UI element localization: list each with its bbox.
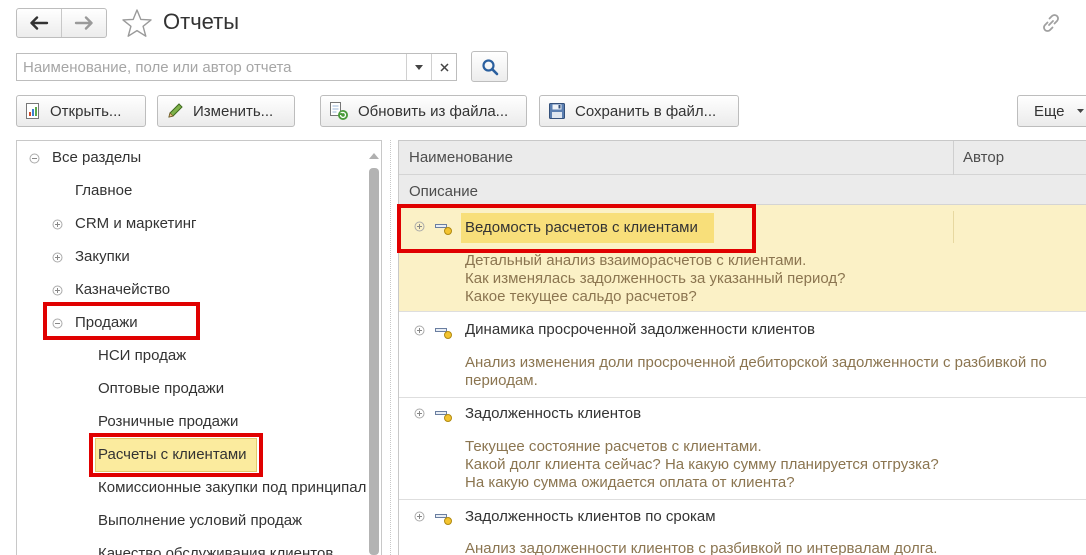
tree-item-purchases[interactable]: Закупки: [50, 246, 130, 268]
triangle-up-icon: [369, 153, 379, 159]
description-line: Детальный анализ взаиморасчетов с клиент…: [465, 252, 807, 269]
link-button[interactable]: [1040, 12, 1062, 38]
tree-item-label: НСИ продаж: [98, 347, 187, 364]
report-icon: [435, 328, 452, 339]
tree-item-wholesale[interactable]: Оптовые продажи: [98, 378, 224, 400]
tree-item-sales-conditions[interactable]: Выполнение условий продаж: [98, 510, 302, 532]
save-to-file-button[interactable]: Сохранить в файл...: [539, 95, 739, 127]
update-from-file-button[interactable]: Обновить из файла...: [320, 95, 527, 127]
description-line: Как изменялась задолженность за указанны…: [465, 270, 846, 287]
tree-scrollbar-thumb[interactable]: [369, 168, 379, 555]
tree-item-label: Розничные продажи: [98, 413, 239, 430]
arrow-left-icon: [30, 16, 49, 30]
search-dropdown-button[interactable]: [406, 54, 431, 80]
favorite-button[interactable]: [121, 8, 153, 42]
report-description: Анализ задолженности клиентов с разбивко…: [465, 540, 937, 555]
tree-item-label: Казначейство: [75, 281, 171, 298]
history-nav: [16, 8, 107, 38]
pencil-icon: [166, 102, 184, 120]
star-icon: [122, 9, 152, 37]
tree-item-all-sections[interactable]: Все разделы: [27, 147, 141, 169]
row-divider: [399, 499, 1086, 500]
report-title[interactable]: Задолженность клиентов по срокам: [465, 508, 716, 525]
back-button[interactable]: [17, 9, 61, 37]
scroll-up-button[interactable]: [369, 146, 379, 163]
more-button[interactable]: Еще: [1017, 95, 1086, 127]
list-subheader: [399, 175, 1086, 205]
triangle-down-icon: [415, 64, 423, 70]
search-button[interactable]: [471, 51, 508, 82]
report-description: Детальный анализ взаиморасчетов с клиент…: [465, 252, 845, 306]
tree-item-label: CRM и маркетинг: [75, 215, 197, 232]
annotation-box-sales: [43, 302, 200, 340]
description-line: Текущее состояние расчетов с клиентами.: [465, 438, 762, 455]
panel-splitter[interactable]: [390, 140, 391, 555]
tree-item-label: Выполнение условий продаж: [98, 512, 303, 529]
description-line: Анализ изменения доли просроченной дебит…: [465, 354, 1047, 371]
expand-icon[interactable]: [414, 408, 425, 419]
page-title: Отчеты: [163, 9, 240, 34]
more-button-label: Еще: [1034, 102, 1065, 120]
column-header-description: Описание: [409, 183, 479, 200]
save-to-file-label: Сохранить в файл...: [575, 102, 717, 120]
expand-icon[interactable]: [414, 511, 425, 522]
description-line: Анализ задолженности клиентов с разбивко…: [465, 540, 938, 555]
tree-item-sales-nsi[interactable]: НСИ продаж: [98, 345, 186, 367]
edit-button-label: Изменить...: [193, 102, 274, 120]
report-title[interactable]: Динамика просроченной задолженности клие…: [465, 321, 815, 338]
expand-icon: [52, 219, 63, 230]
tree-item-service-quality[interactable]: Качество обслуживания клиентов: [98, 543, 333, 555]
tree-item-treasury[interactable]: Казначейство: [50, 279, 170, 301]
description-line: периодам.: [465, 372, 538, 389]
search-field: [16, 53, 457, 81]
row-divider: [399, 397, 1086, 398]
tree-item-label: Оптовые продажи: [98, 380, 225, 397]
load-file-icon: [329, 101, 349, 121]
tree-item-crm[interactable]: CRM и маркетинг: [50, 213, 196, 235]
close-icon: [439, 62, 449, 72]
open-button[interactable]: Открыть...: [16, 95, 146, 127]
report-icon: [435, 514, 452, 525]
tree-item-label: Качество обслуживания клиентов: [98, 545, 334, 555]
collapse-icon: [29, 153, 40, 164]
description-line: На какую сумма ожидается оплата от клиен…: [465, 474, 795, 491]
edit-button[interactable]: Изменить...: [157, 95, 295, 127]
update-from-file-label: Обновить из файла...: [358, 102, 509, 120]
report-title[interactable]: Задолженность клиентов: [465, 405, 641, 422]
arrow-right-icon: [74, 16, 93, 30]
tree-item-label: Все разделы: [52, 149, 142, 166]
expand-icon: [52, 252, 63, 263]
column-header-name[interactable]: Наименование: [409, 149, 513, 166]
search-input[interactable]: [17, 54, 406, 80]
tree-item-retail[interactable]: Розничные продажи: [98, 411, 238, 433]
tree-item-label: Закупки: [75, 248, 130, 265]
row-divider: [399, 311, 1086, 312]
description-line: Какое текущее сальдо расчетов?: [465, 288, 697, 305]
magnifier-icon: [481, 58, 498, 75]
description-line: Какой долг клиента сейчас? На какую сумм…: [465, 456, 939, 473]
open-button-label: Открыть...: [50, 102, 122, 120]
link-icon: [1043, 14, 1059, 32]
triangle-down-icon: [1076, 109, 1084, 113]
tree-item-commission-purchases[interactable]: Комиссионные закупки под принципал: [98, 477, 366, 499]
tree-item-label: Главное: [75, 182, 133, 199]
report-description: Анализ изменения доли просроченной дебит…: [465, 354, 1047, 390]
forward-button[interactable]: [61, 9, 106, 37]
sections-tree: Все разделы Главное CRM и маркетинг Заку…: [16, 140, 382, 555]
column-divider[interactable]: [953, 141, 954, 175]
report-description: Текущее состояние расчетов с клиентами. …: [465, 438, 939, 492]
expand-icon: [52, 285, 63, 296]
report-icon: [25, 103, 41, 119]
search-clear-button[interactable]: [431, 54, 456, 80]
tree-item-main[interactable]: Главное: [75, 180, 132, 202]
annotation-box-report: [397, 204, 756, 253]
column-header-author[interactable]: Автор: [963, 149, 1004, 166]
floppy-disk-icon: [548, 102, 566, 120]
annotation-box-client-settlements: [89, 433, 263, 477]
cell-divider: [953, 211, 954, 243]
tree-item-label: Комиссионные закупки под принципал: [98, 479, 367, 496]
expand-icon[interactable]: [414, 325, 425, 336]
reports-list: Наименование Автор Описание Ведомость ра…: [398, 140, 1086, 555]
report-icon: [435, 411, 452, 422]
